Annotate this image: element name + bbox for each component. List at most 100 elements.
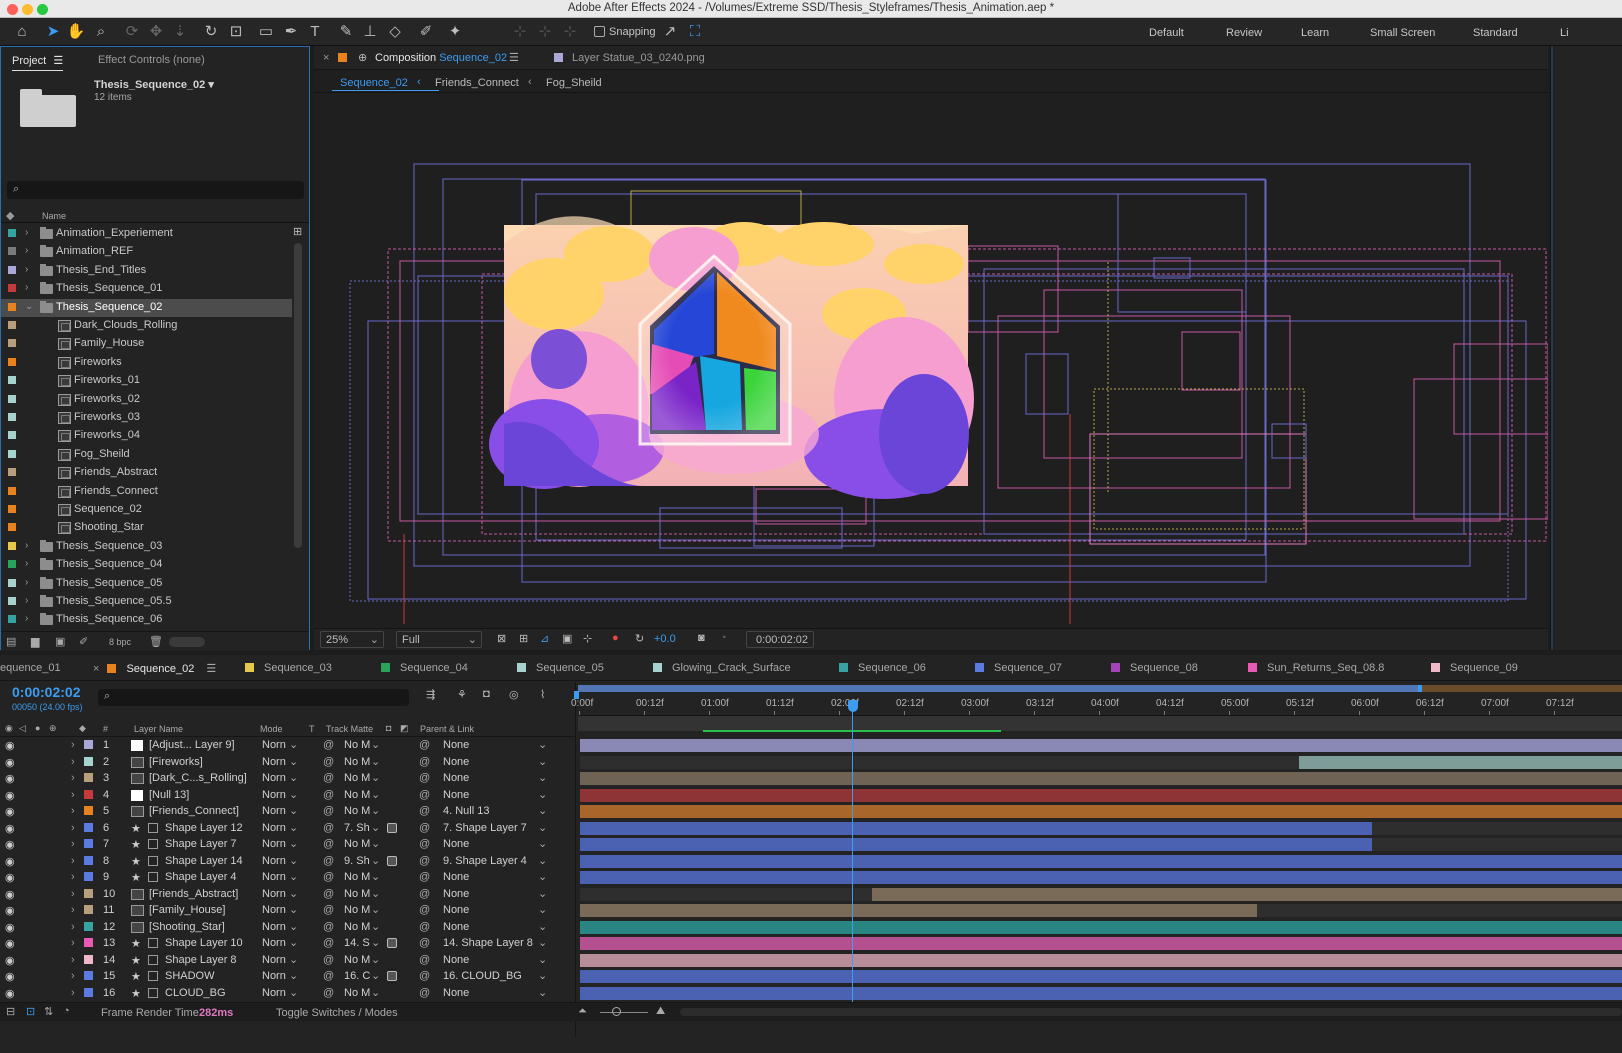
label-swatch[interactable] (8, 376, 16, 385)
tab-effect-controls[interactable]: Effect Controls (none) (98, 54, 205, 66)
workspace-learn[interactable]: Learn (1301, 27, 1329, 39)
axis-local-icon[interactable]: ⊹ (510, 22, 530, 42)
label-swatch[interactable] (8, 615, 16, 624)
label-tag-icon[interactable]: ◆ (6, 209, 14, 222)
timeline-tab[interactable]: × Sequence_02 ☰ (93, 662, 216, 675)
chevron-down-icon[interactable]: ⌄ (25, 301, 33, 312)
time-zoom-slider[interactable] (600, 1012, 648, 1013)
label-swatch[interactable] (8, 229, 16, 237)
hand-tool-icon[interactable]: ✋ (66, 22, 86, 42)
grid-guides-icon[interactable]: ⊹ (583, 632, 592, 645)
label-swatch[interactable] (8, 505, 16, 513)
label-swatch[interactable] (8, 302, 16, 311)
tab-layer[interactable]: Layer Statue_03_0240.png (572, 52, 705, 64)
layer-duration-bar[interactable] (580, 970, 1622, 983)
timeline-tab[interactable]: Sequence_03 (245, 662, 332, 674)
chevron-right-icon[interactable]: › (25, 540, 28, 551)
layer-duration-bar[interactable] (580, 854, 1622, 868)
project-item[interactable]: Shooting_Star (1, 519, 301, 537)
workspace-review[interactable]: Review (1226, 27, 1262, 39)
project-item[interactable]: › Thesis_Sequence_03 (1, 538, 301, 556)
tab-project[interactable]: Project ☰ (12, 54, 64, 71)
layer-name-header[interactable]: Layer Name (134, 724, 183, 734)
workspace-small-screen[interactable]: Small Screen (1370, 27, 1435, 39)
project-scrollbar[interactable] (294, 243, 302, 548)
project-item[interactable]: Fireworks_02 (1, 391, 301, 409)
label-swatch[interactable] (8, 394, 16, 403)
label-swatch[interactable] (8, 413, 16, 421)
label-swatch[interactable] (8, 523, 16, 532)
chevron-right-icon[interactable]: › (25, 595, 28, 606)
layer-duration-bar[interactable] (580, 986, 1622, 1000)
project-settings-icon[interactable]: ✐ (79, 635, 88, 648)
project-item[interactable]: Fireworks (1, 354, 301, 372)
in-out-icon[interactable]: ⇅ (44, 1005, 53, 1018)
eye-icon[interactable]: ◉ (5, 723, 13, 734)
chevron-right-icon[interactable]: › (25, 613, 28, 624)
close-icon[interactable]: × (93, 663, 99, 675)
breadcrumb-fog-sheild[interactable]: Fog_Sheild (546, 77, 602, 89)
label-swatch[interactable] (8, 449, 16, 458)
home-icon[interactable]: ⌂ (12, 22, 32, 42)
panel-menu-icon[interactable]: ☰ (509, 51, 519, 64)
project-item[interactable]: Fireworks_04 (1, 427, 301, 445)
lock-icon[interactable]: ⊕ (358, 51, 367, 64)
project-item[interactable]: › Thesis_Sequence_05 (1, 575, 301, 593)
project-item[interactable]: Fireworks_03 (1, 409, 301, 427)
current-time-display[interactable]: 0:00:02:02 (12, 684, 81, 700)
project-item[interactable]: Friends_Connect (1, 483, 301, 501)
layer-duration-bar[interactable] (580, 739, 1622, 752)
label-swatch[interactable] (8, 431, 16, 440)
pan-camera-icon[interactable]: ✥ (146, 22, 166, 42)
composition-viewer[interactable] (314, 94, 1548, 624)
name-column-header[interactable]: Name (42, 211, 66, 221)
timeline-tab[interactable]: Sun_Returns_Seq_08.8 (1248, 662, 1384, 674)
timeline-tab[interactable]: equence_01 (0, 662, 61, 674)
label-swatch[interactable] (8, 486, 16, 495)
work-area-bar[interactable] (578, 685, 1622, 692)
layer-duration-bar[interactable] (871, 887, 1622, 901)
timeline-tab[interactable]: Glowing_Crack_Surface (653, 662, 791, 674)
snapshot-icon[interactable]: ◙ (698, 632, 705, 644)
new-composition-icon[interactable]: ▣ (55, 635, 65, 648)
draft-3d-icon[interactable]: ⚘ (457, 688, 467, 701)
layer-search-input[interactable]: ⌕ (98, 689, 409, 706)
project-item[interactable]: › Thesis_Sequence_06 (1, 611, 301, 629)
chevron-right-icon[interactable]: › (25, 282, 28, 293)
layer-duration-bar[interactable] (580, 953, 1622, 967)
layer-duration-bar[interactable] (580, 805, 1622, 818)
snap-features-icon[interactable]: ⛶ (685, 22, 705, 42)
project-item[interactable]: Fireworks_01 (1, 372, 301, 390)
snap-options-icon[interactable]: ↗ (660, 22, 680, 42)
timeline-tab[interactable]: Sequence_09 (1431, 662, 1518, 674)
timeline-tab[interactable]: Sequence_06 (839, 662, 926, 674)
label-swatch[interactable] (8, 541, 16, 550)
solo-icon[interactable]: ● (35, 723, 40, 733)
project-item[interactable]: ⌄ Thesis_Sequence_02 (1, 298, 292, 317)
selection-tool-icon[interactable]: ➤ (43, 22, 63, 42)
label-swatch[interactable] (8, 265, 16, 274)
workspace-default[interactable]: Default (1149, 27, 1184, 39)
zoom-select[interactable]: 25% ⌄ (320, 631, 384, 648)
timeline-tab[interactable]: Sequence_08 (1111, 662, 1198, 674)
orbit-camera-icon[interactable]: ⟳ (122, 22, 142, 42)
channel-icon[interactable]: ● (612, 632, 619, 644)
lock-icon[interactable]: ⊕ (49, 723, 57, 734)
chevron-right-icon[interactable]: › (25, 245, 28, 256)
transparency-grid-icon[interactable]: ⊞ (519, 632, 528, 645)
pen-tool-icon[interactable]: ✒ (281, 22, 301, 42)
bit-depth-button[interactable]: 8 bpc (109, 637, 131, 647)
close-icon[interactable]: × (323, 52, 329, 64)
project-item[interactable]: Friends_Abstract (1, 464, 301, 482)
workspace-standard[interactable]: Standard (1473, 27, 1518, 39)
label-swatch[interactable] (8, 597, 16, 605)
chevron-right-icon[interactable]: › (25, 264, 28, 275)
label-swatch[interactable] (8, 339, 16, 348)
layer-duration-bar[interactable] (1298, 755, 1622, 769)
rotation-tool-icon[interactable]: ↻ (201, 22, 221, 42)
transfer-controls-icon[interactable]: ⊡ (26, 1005, 35, 1018)
playhead-handle[interactable] (848, 700, 858, 712)
panel-menu-icon[interactable]: ☰ (206, 663, 216, 675)
axis-view-icon[interactable]: ⊹ (560, 22, 580, 42)
timeline-tab[interactable]: Sequence_04 (381, 662, 468, 674)
